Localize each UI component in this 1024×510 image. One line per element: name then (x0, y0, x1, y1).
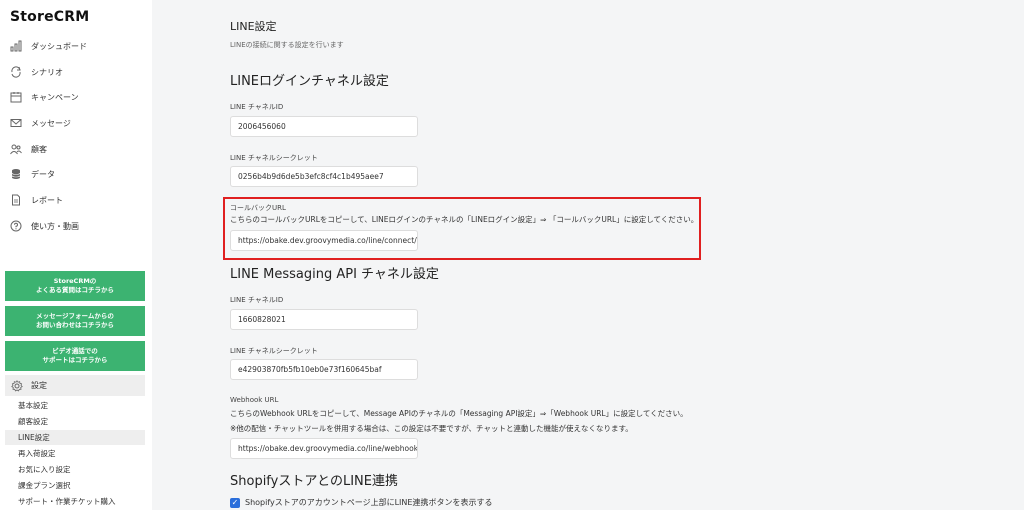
sidebar-item-campaign[interactable]: キャンペーン (10, 88, 79, 106)
messaging-channel-heading: LINE Messaging API チャネル設定 (230, 267, 439, 282)
help-icon (10, 220, 22, 232)
gear-icon (11, 379, 23, 392)
sidebar-item-label: ダッシュボード (31, 41, 87, 51)
messaging-channel-secret-label: LINE チャネルシークレット (230, 347, 318, 355)
loop-icon (10, 66, 22, 78)
callback-url-highlight-box (223, 197, 701, 260)
login-channel-id-input[interactable]: 2006456060 (230, 116, 418, 137)
settings-subitem-billing-plan[interactable]: 課金プラン選択 (5, 478, 145, 493)
video-support-button-line1: ビデオ通話での (52, 347, 98, 355)
sidebar-item-label: 顧客 (31, 144, 47, 154)
webhook-url-description: こちらのWebhook URLをコピーして、Message APIのチャネルの「… (230, 409, 688, 418)
webhook-url-label: Webhook URL (230, 396, 279, 404)
settings-subitem-line[interactable]: LINE設定 (5, 430, 145, 445)
contact-form-button-line2: お問い合わせはコチラから (36, 321, 114, 329)
faq-button-line1: StoreCRMの (53, 277, 97, 285)
sidebar-item-label: データ (31, 169, 55, 179)
sidebar-item-data[interactable]: データ (10, 165, 55, 183)
shopify-checkbox-label: Shopifyストアのアカウントページ上部にLINE連携ボタンを表示する (245, 498, 493, 507)
webhook-url-input[interactable]: https://obake.dev.groovymedia.co/line/we… (230, 438, 418, 459)
sidebar-item-label: レポート (31, 195, 63, 205)
calendar-icon (10, 91, 22, 103)
sidebar-item-label: メッセージ (31, 118, 71, 128)
settings-subitem-favorites[interactable]: お気に入り設定 (5, 462, 145, 477)
mail-icon (10, 117, 22, 129)
sidebar-item-label: シナリオ (31, 67, 63, 77)
faq-button[interactable]: StoreCRMの よくある質問はコチラから (5, 271, 145, 301)
sidebar-item-settings[interactable]: 設定 (5, 375, 145, 396)
login-channel-heading: LINEログインチャネル設定 (230, 74, 389, 89)
login-channel-secret-label: LINE チャネルシークレット (230, 154, 318, 162)
webhook-url-note: ※他の配信・チャットツールを併用する場合は、この設定は不要ですが、チャットと連動… (230, 424, 633, 433)
faq-button-line2: よくある質問はコチラから (36, 286, 114, 294)
contact-form-button[interactable]: メッセージフォームからの お問い合わせはコチラから (5, 306, 145, 336)
users-icon (10, 143, 22, 155)
settings-subitem-restock[interactable]: 再入荷設定 (5, 446, 145, 461)
database-icon (10, 168, 22, 180)
sidebar-item-message[interactable]: メッセージ (10, 114, 71, 132)
sidebar-item-label: 使い方・動画 (31, 221, 79, 231)
page-title: LINE設定 (230, 20, 277, 33)
login-channel-id-label: LINE チャネルID (230, 103, 284, 111)
shopify-heading: ShopifyストアとのLINE連携 (230, 474, 398, 489)
main-content: LINE設定 LINEの接続に関する設定を行います LINEログインチャネル設定… (152, 0, 1024, 510)
sidebar-item-scenario[interactable]: シナリオ (10, 63, 63, 81)
report-icon (10, 194, 22, 206)
settings-label: 設定 (31, 381, 47, 390)
sidebar-item-customers[interactable]: 顧客 (10, 140, 47, 158)
messaging-channel-id-input[interactable]: 1660828021 (230, 309, 418, 330)
app-logo[interactable]: StoreCRM (10, 9, 89, 25)
messaging-channel-secret-input[interactable]: e42903870fb5fb10eb0e73f160645baf (230, 359, 418, 380)
messaging-channel-id-label: LINE チャネルID (230, 296, 284, 304)
checkbox-checked-icon[interactable]: ✓ (230, 497, 240, 508)
login-channel-secret-input[interactable]: 0256b4b9d6de5b3efc8cf4c1b495aee7 (230, 166, 418, 187)
sidebar-item-report[interactable]: レポート (10, 191, 63, 209)
contact-form-button-line1: メッセージフォームからの (36, 312, 114, 320)
video-support-button[interactable]: ビデオ通話での サポートはコチラから (5, 341, 145, 371)
sidebar: StoreCRM ダッシュボード シナリオ キャンペーン メッセージ 顧客 デー (0, 0, 152, 510)
shopify-line-button-option[interactable]: ✓ Shopifyストアのアカウントページ上部にLINE連携ボタンを表示する (230, 497, 492, 508)
settings-subitem-customer[interactable]: 顧客設定 (5, 414, 145, 429)
settings-subitem-support-ticket[interactable]: サポート・作業チケット購入 (5, 494, 145, 509)
settings-subitem-basic[interactable]: 基本設定 (5, 398, 145, 413)
sidebar-item-label: キャンペーン (31, 92, 79, 102)
page-subtitle: LINEの接続に関する設定を行います (230, 41, 344, 49)
sidebar-item-help[interactable]: 使い方・動画 (10, 217, 79, 235)
sidebar-item-dashboard[interactable]: ダッシュボード (10, 37, 87, 55)
bar-chart-icon (10, 40, 22, 52)
video-support-button-line2: サポートはコチラから (42, 356, 108, 364)
